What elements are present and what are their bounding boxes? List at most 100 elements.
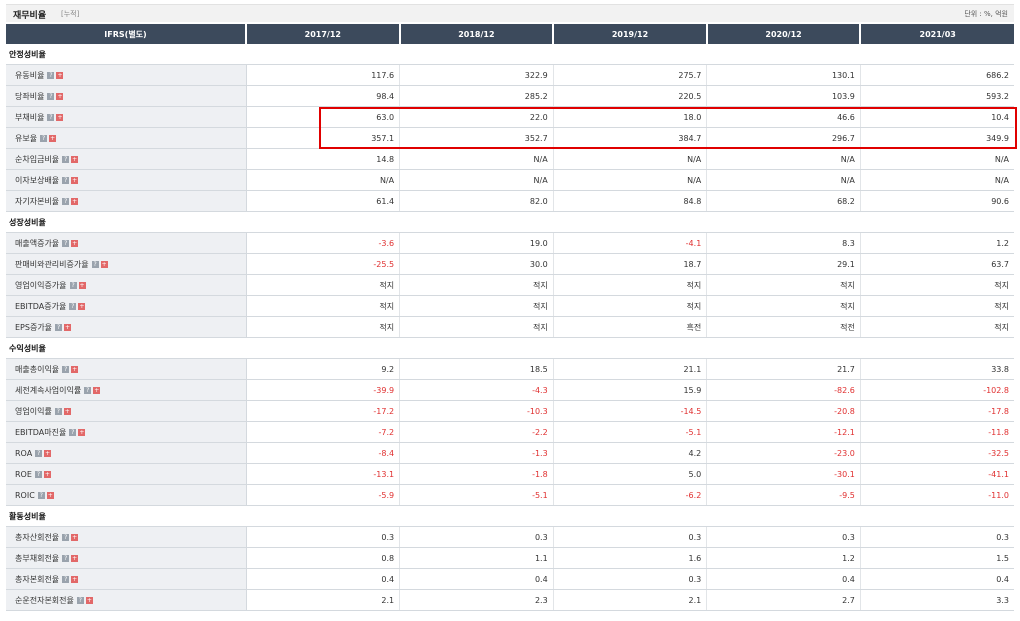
help-icon[interactable]: ?	[76, 596, 84, 604]
expand-plus-icon[interactable]: +	[56, 71, 64, 79]
row-label: 영업이익률	[15, 406, 52, 416]
help-icon[interactable]: ?	[84, 386, 92, 394]
value-cell: 61.4	[246, 190, 401, 212]
row-label: 당좌비율	[15, 91, 45, 101]
expand-plus-icon[interactable]: +	[71, 365, 79, 373]
value-cell: 9.2	[246, 358, 401, 380]
help-icon[interactable]: ?	[35, 449, 43, 457]
row-label: ROA	[15, 448, 33, 458]
value-cell: -41.1	[860, 463, 1014, 485]
expand-plus-icon[interactable]: +	[71, 533, 79, 541]
row-label-cell: ROE? +	[6, 463, 247, 485]
expand-plus-icon[interactable]: +	[56, 113, 64, 121]
row-label-cell: ROA? +	[6, 442, 247, 464]
expand-plus-icon[interactable]: +	[49, 134, 57, 142]
row-label: 매출액증가율	[15, 238, 60, 248]
help-icon[interactable]: ?	[62, 554, 70, 562]
row-label: 순차입금비율	[15, 154, 60, 164]
help-icon[interactable]: ?	[69, 281, 77, 289]
value-cell: 0.8	[246, 547, 401, 569]
value-cell: 적지	[246, 274, 401, 296]
value-cell: 1.2	[706, 547, 861, 569]
value-cell: -5.1	[553, 421, 708, 443]
expand-plus-icon[interactable]: +	[71, 575, 79, 583]
help-icon[interactable]: ?	[55, 323, 63, 331]
value-cell: 적지	[860, 316, 1014, 338]
help-icon[interactable]: ?	[40, 134, 48, 142]
row-label-cell: 당좌비율? +	[6, 85, 247, 107]
value-cell: 4.2	[553, 442, 708, 464]
value-cell: -3.6	[246, 232, 401, 254]
row-label: 영업이익증가율	[15, 280, 67, 290]
expand-plus-icon[interactable]: +	[100, 260, 108, 268]
row-label: ROIC	[15, 490, 35, 500]
expand-plus-icon[interactable]: +	[64, 323, 72, 331]
help-icon[interactable]: ?	[37, 491, 45, 499]
help-icon[interactable]: ?	[69, 428, 77, 436]
expand-plus-icon[interactable]: +	[78, 428, 86, 436]
value-cell: -17.8	[860, 400, 1014, 422]
value-cell: 2.3	[399, 589, 554, 611]
value-cell: 흑전	[553, 316, 708, 338]
table-row: 유동비율? +117.6 322.9 275.7 130.1 686.2	[6, 64, 1014, 86]
row-label-cell: 영업이익증가율? +	[6, 274, 247, 296]
value-cell: -82.6	[706, 379, 861, 401]
help-icon[interactable]: ?	[54, 407, 62, 415]
value-cell: -39.9	[246, 379, 401, 401]
expand-plus-icon[interactable]: +	[78, 302, 86, 310]
value-cell: -10.3	[399, 400, 554, 422]
expand-plus-icon[interactable]: +	[63, 407, 71, 415]
row-label-cell: 이자보상배율? +	[6, 169, 247, 191]
value-cell: 322.9	[399, 64, 554, 86]
value-cell: -5.9	[246, 484, 401, 506]
value-cell: N/A	[246, 169, 401, 191]
expand-plus-icon[interactable]: +	[43, 470, 51, 478]
help-icon[interactable]: ?	[47, 113, 55, 121]
value-cell: 15.9	[553, 379, 708, 401]
row-label: 유동비율	[15, 70, 45, 80]
expand-plus-icon[interactable]: +	[71, 155, 79, 163]
help-icon[interactable]: ?	[62, 533, 70, 541]
table-row: EBITDA마진율? + -7.2 -2.2 -5.1 -12.1 -11.8	[6, 421, 1014, 443]
expand-plus-icon[interactable]: +	[71, 554, 79, 562]
value-cell: 21.1	[553, 358, 708, 380]
help-icon[interactable]: ?	[62, 239, 70, 247]
expand-plus-icon[interactable]: +	[78, 281, 86, 289]
help-icon[interactable]: ?	[62, 197, 70, 205]
help-icon[interactable]: ?	[34, 470, 42, 478]
expand-plus-icon[interactable]: +	[44, 449, 52, 457]
expand-plus-icon[interactable]: +	[56, 92, 64, 100]
row-label: 세전계속사업이익률	[15, 385, 82, 395]
row-label-cell: 세전계속사업이익률? +	[6, 379, 247, 401]
value-cell: 적지	[399, 274, 554, 296]
section-title: 성장성비율	[6, 211, 1014, 233]
row-label: 부채비율	[15, 112, 45, 122]
expand-plus-icon[interactable]: +	[71, 239, 79, 247]
expand-plus-icon[interactable]: +	[46, 491, 54, 499]
value-cell: 0.3	[553, 526, 708, 548]
row-label-cell: 부채비율? +	[6, 106, 247, 128]
value-cell: N/A	[706, 169, 861, 191]
value-cell: 0.3	[553, 568, 708, 590]
expand-plus-icon[interactable]: +	[85, 596, 93, 604]
expand-plus-icon[interactable]: +	[71, 197, 79, 205]
help-icon[interactable]: ?	[62, 155, 70, 163]
help-icon[interactable]: ?	[69, 302, 77, 310]
value-cell: N/A	[553, 148, 708, 170]
help-icon[interactable]: ?	[47, 92, 55, 100]
expand-plus-icon[interactable]: +	[93, 386, 101, 394]
help-icon[interactable]: ?	[62, 575, 70, 583]
help-icon[interactable]: ?	[62, 365, 70, 373]
help-icon[interactable]: ?	[62, 176, 70, 184]
expand-plus-icon[interactable]: +	[71, 176, 79, 184]
value-cell: -7.2	[246, 421, 401, 443]
row-label-cell: 유동비율? +	[6, 64, 247, 86]
help-icon[interactable]: ?	[91, 260, 99, 268]
help-icon[interactable]: ?	[47, 71, 55, 79]
section-title: 안정성비율	[6, 44, 1014, 65]
value-cell: -14.5	[553, 400, 708, 422]
row-label-cell: 총자산회전율? +	[6, 526, 247, 548]
value-cell: N/A	[706, 148, 861, 170]
value-cell: 2.1	[553, 589, 708, 611]
financial-ratio-table: IFRS(별도) 2017/12 2018/12 2019/12 2020/12…	[6, 24, 1014, 611]
